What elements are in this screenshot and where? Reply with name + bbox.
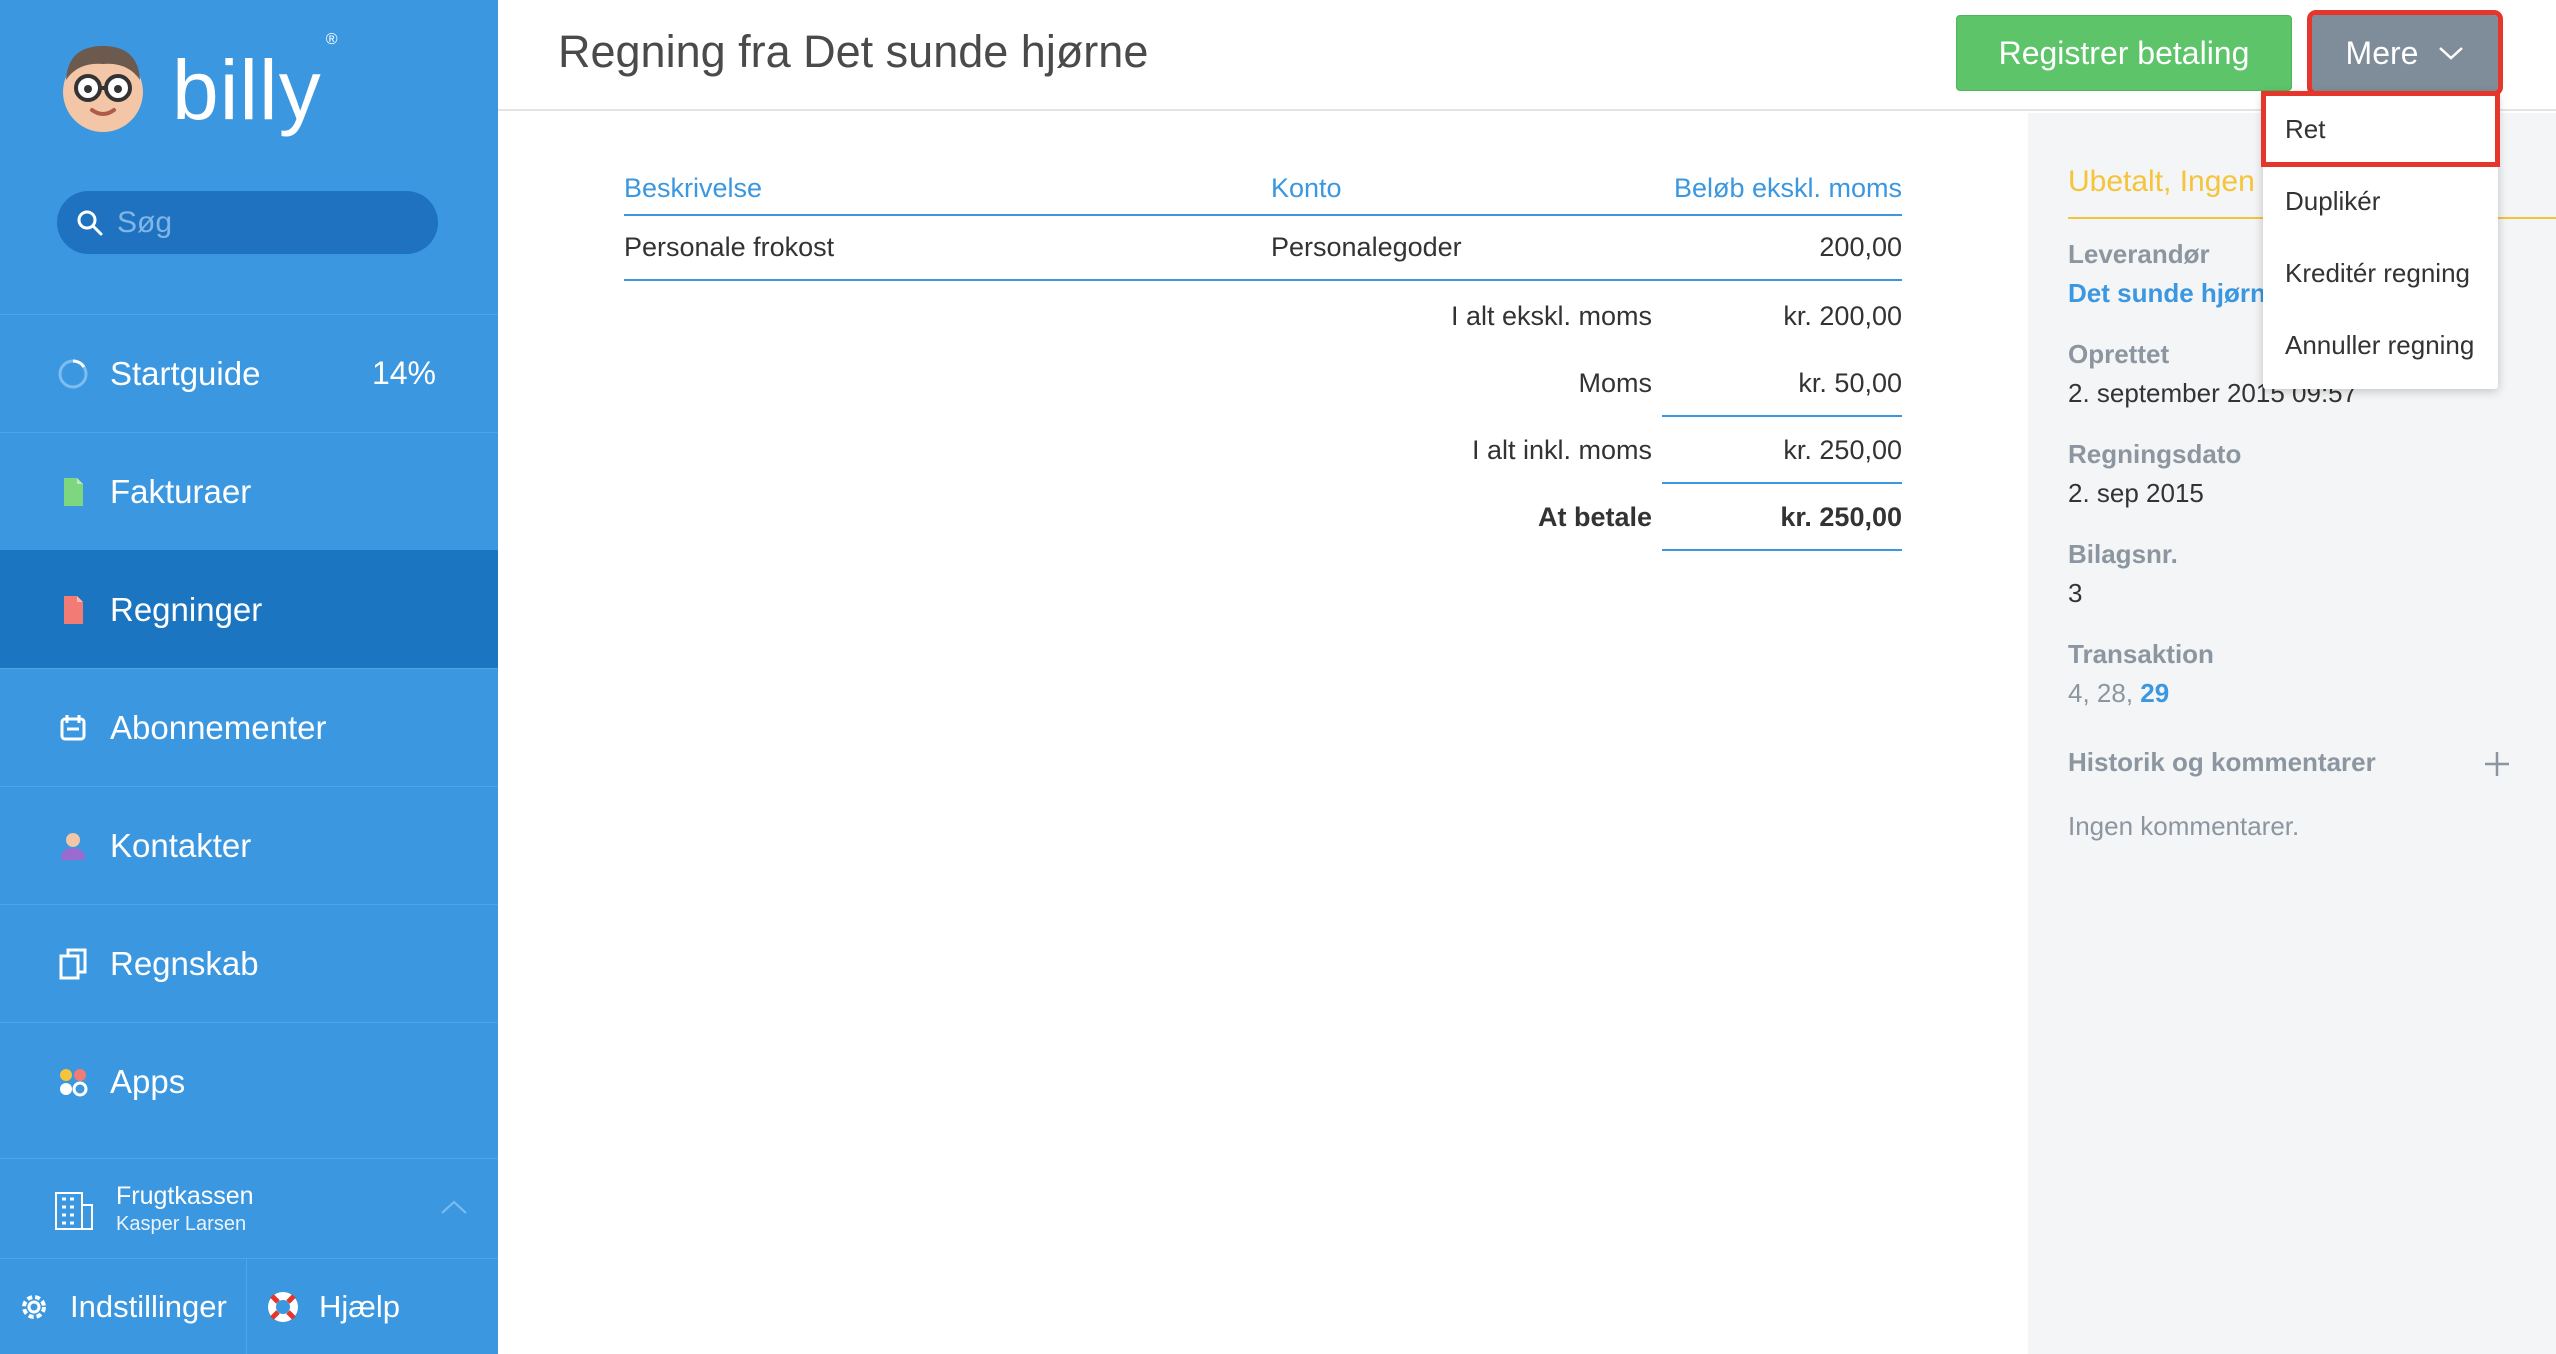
bill-lines-table: Beskrivelse Konto Beløb ekskl. moms Pers… (624, 163, 1902, 281)
bill-date-block: Regningsdato 2. sep 2015 (2068, 435, 2241, 513)
transaction-values: 4, 28, 29 (2068, 674, 2214, 713)
voucher-value: 3 (2068, 578, 2083, 608)
more-button[interactable]: Mere (2307, 10, 2503, 96)
sidebar-item-startguide[interactable]: Startguide 14% (0, 314, 498, 432)
gear-icon (22, 1295, 46, 1319)
lifebuoy-icon (268, 1292, 298, 1322)
supplier-block: Leverandør Det sunde hjørne (2068, 235, 2280, 313)
transaction-ids: 4, 28, (2068, 678, 2141, 708)
sidebar-nav: Startguide 14% Fakturaer Regninger Abonn… (0, 314, 498, 1140)
menu-item-edit[interactable]: Ret (2261, 91, 2500, 167)
billy-logo[interactable]: billy ® (58, 31, 338, 137)
page-header: Regning fra Det sunde hjørne Registrer b… (498, 0, 2556, 111)
voucher-label: Bilagsnr. (2068, 539, 2178, 569)
total-value: kr. 250,00 (1662, 484, 1902, 551)
search-input[interactable] (117, 205, 417, 240)
page-title: Regning fra Det sunde hjørne (558, 26, 1149, 77)
company-user: Kasper Larsen (116, 1212, 247, 1235)
table-header: Beskrivelse Konto Beløb ekskl. moms (624, 163, 1902, 216)
sidebar: billy ® Startguide 14% Fakturaer (0, 0, 498, 1354)
total-row-incl-vat: I alt inkl. moms kr. 250,00 (624, 417, 1902, 484)
search-box[interactable] (57, 191, 438, 254)
sidebar-bottom-bar: Indstillinger Hjælp (0, 1258, 498, 1354)
total-label: I alt inkl. moms (1471, 435, 1652, 465)
menu-item-duplicate[interactable]: Duplikér (2263, 165, 2498, 237)
total-value: kr. 50,00 (1662, 350, 1902, 417)
register-payment-button[interactable]: Registrer betaling (1956, 15, 2292, 91)
total-label: At betale (1537, 502, 1652, 532)
total-label: Moms (1578, 368, 1653, 398)
supplier-label: Leverandør (2068, 239, 2210, 269)
search-icon (77, 210, 103, 235)
history-block: Historik og kommentarer (2068, 743, 2376, 782)
total-row-to-pay: At betale kr. 250,00 (624, 484, 1902, 551)
sidebar-item-label: Kontakter (110, 826, 252, 864)
company-name: Frugtkassen (116, 1181, 254, 1210)
supplier-link[interactable]: Det sunde hjørne (2068, 274, 2280, 313)
sidebar-item-label: Abonnementer (110, 708, 327, 746)
chevron-up-icon[interactable] (440, 1199, 468, 1215)
logo-text: billy (172, 43, 322, 137)
subscription-icon (60, 714, 86, 740)
help-label: Hjælp (319, 1289, 400, 1324)
menu-item-cancel-bill[interactable]: Annuller regning (2263, 309, 2498, 381)
sidebar-item-label: Apps (110, 1062, 186, 1100)
no-comments-text: Ingen kommentarer. (2068, 811, 2300, 841)
billy-mascot-icon (63, 46, 143, 132)
sidebar-item-kontakter[interactable]: Kontakter (0, 786, 498, 904)
sidebar-item-abonnementer[interactable]: Abonnementer (0, 668, 498, 786)
bill-date-value: 2. sep 2015 (2068, 478, 2204, 508)
menu-item-credit-bill[interactable]: Kreditér regning (2263, 237, 2498, 309)
contact-person-icon (61, 832, 85, 860)
column-header-account: Konto (1271, 173, 1342, 203)
bill-date-label: Regningsdato (2068, 439, 2242, 469)
total-row-vat: Moms kr. 50,00 (624, 350, 1902, 417)
payment-status: Ubetalt, Ingen (2068, 165, 2255, 198)
building-icon (55, 1191, 93, 1230)
invoice-document-icon (64, 477, 83, 506)
transaction-label: Transaktion (2068, 639, 2214, 669)
more-dropdown-menu: Ret Duplikér Kreditér regning Annuller r… (2261, 91, 2500, 389)
startguide-progress: 14% (371, 355, 436, 391)
sidebar-item-label: Startguide (110, 354, 261, 392)
bill-document-icon (64, 595, 83, 624)
total-row-excl-vat: I alt ekskl. moms kr. 200,00 (624, 283, 1902, 350)
total-label: I alt ekskl. moms (1450, 301, 1652, 331)
sidebar-item-label: Regninger (110, 590, 263, 628)
sidebar-item-apps[interactable]: Apps (0, 1022, 498, 1140)
plus-icon[interactable] (2482, 749, 2512, 779)
history-label: Historik og kommentarer (2068, 747, 2376, 777)
totals-section: I alt ekskl. moms kr. 200,00 Moms kr. 50… (624, 283, 1902, 551)
column-header-description: Beskrivelse (624, 173, 763, 203)
sidebar-item-fakturaer[interactable]: Fakturaer (0, 432, 498, 550)
voucher-block: Bilagsnr. 3 (2068, 535, 2178, 613)
total-value: kr. 250,00 (1662, 417, 1902, 484)
company-switcher[interactable]: Frugtkassen Kasper Larsen (0, 1158, 498, 1258)
company-text: Frugtkassen Kasper Larsen (116, 1181, 254, 1237)
accounting-pages-icon (59, 948, 87, 979)
total-value: kr. 200,00 (1783, 301, 1902, 331)
more-button-label: Mere (2345, 34, 2419, 71)
progress-ring-icon (58, 358, 88, 388)
table-row: Personale frokost Personalegoder 200,00 (624, 216, 1902, 281)
transaction-block: Transaktion 4, 28, 29 (2068, 635, 2214, 713)
help-button[interactable]: Hjælp (247, 1259, 400, 1354)
logo-registered-mark: ® (325, 31, 338, 48)
sidebar-item-label: Regnskab (110, 944, 259, 982)
apps-circles-icon (60, 1068, 88, 1096)
column-header-amount: Beløb ekskl. moms (1673, 173, 1902, 203)
chevron-down-icon (2439, 47, 2464, 60)
sidebar-item-regnskab[interactable]: Regnskab (0, 904, 498, 1022)
bill-lines-area: Beskrivelse Konto Beløb ekskl. moms Pers… (498, 113, 2028, 1354)
row-description: Personale frokost (624, 232, 835, 262)
row-amount: 200,00 (1819, 232, 1902, 262)
settings-button[interactable]: Indstillinger (0, 1259, 247, 1354)
settings-label: Indstillinger (70, 1289, 227, 1324)
sidebar-item-label: Fakturaer (110, 472, 252, 510)
transaction-link[interactable]: 29 (2140, 678, 2169, 708)
sidebar-item-regninger[interactable]: Regninger (0, 550, 498, 668)
row-account: Personalegoder (1271, 232, 1462, 262)
